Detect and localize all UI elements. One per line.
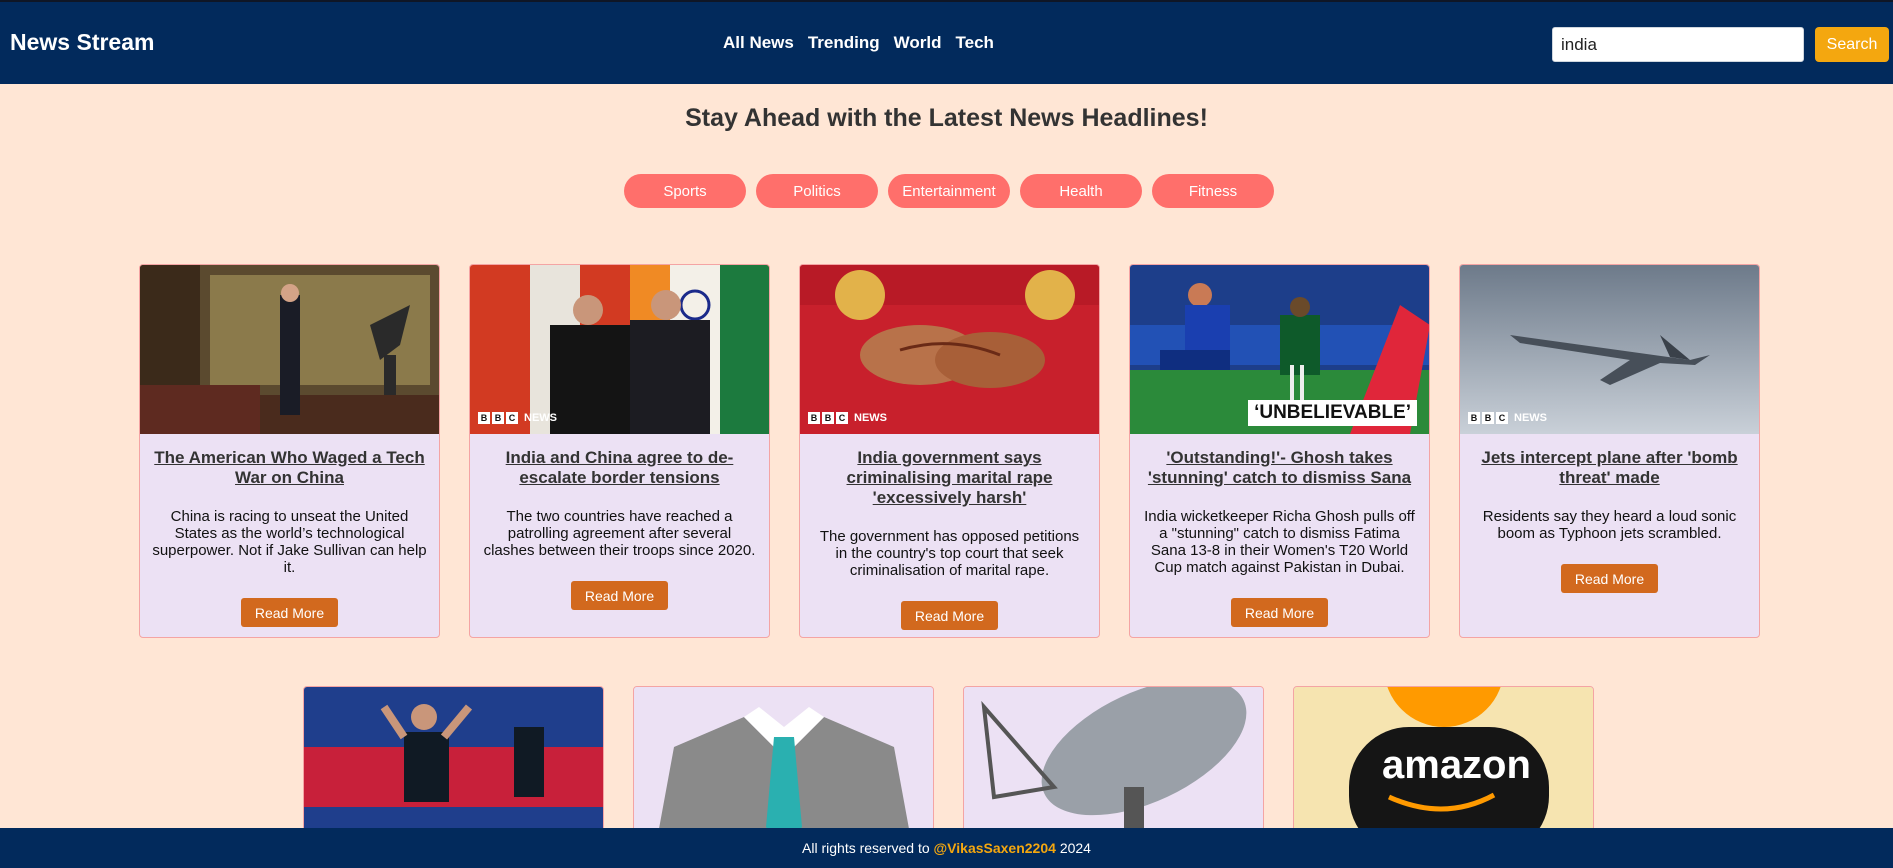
news-title[interactable]: India and China agree to de-escalate bor… [484, 448, 755, 488]
news-title[interactable]: Jets intercept plane after 'bomb threat'… [1474, 448, 1745, 488]
category-fitness-button[interactable]: Fitness [1152, 174, 1274, 208]
bbc-news-logo: BBC NEWS [808, 412, 887, 424]
category-entertainment-button[interactable]: Entertainment [888, 174, 1010, 208]
news-card: BBC NEWS Jets intercept plane after 'bom… [1459, 264, 1760, 638]
news-image [140, 265, 439, 434]
footer-author-link[interactable]: @VikasSaxen2204 [934, 840, 1056, 856]
bbc-news-logo: BBC NEWS [478, 412, 557, 424]
news-card [303, 686, 604, 846]
nav-link-all-news[interactable]: All News [723, 33, 794, 53]
news-card [963, 686, 1264, 846]
footer-text: All rights reserved to [802, 840, 930, 856]
read-more-button[interactable]: Read More [1560, 564, 1659, 593]
page-headline: Stay Ahead with the Latest News Headline… [685, 104, 1208, 132]
news-title[interactable]: India government says criminalising mari… [814, 448, 1085, 508]
news-image [304, 687, 603, 845]
bbc-news-logo: BBC NEWS [1468, 412, 1547, 424]
category-buttons: Sports Politics Entertainment Health Fit… [624, 174, 1274, 208]
news-description: The two countries have reached a patroll… [483, 508, 756, 559]
image-caption-overlay: ‘UNBELIEVABLE’ [1248, 400, 1417, 426]
news-description: The government has opposed petitions in … [819, 528, 1080, 579]
news-description: China is racing to unseat the United Sta… [152, 508, 427, 576]
news-image: BBC NEWS [800, 265, 1099, 434]
news-description: Residents say they heard a loud sonic bo… [1482, 508, 1737, 542]
read-more-button[interactable]: Read More [240, 598, 339, 627]
footer-year: 2024 [1059, 840, 1091, 856]
amazon-logo: amazon [1294, 687, 1593, 845]
news-description: India wicketkeeper Richa Ghosh pulls off… [1144, 508, 1415, 576]
news-image: BBC NEWS [470, 265, 769, 434]
category-politics-button[interactable]: Politics [756, 174, 878, 208]
news-card: ‘UNBELIEVABLE’ 'Outstanding!'- Ghosh tak… [1129, 264, 1430, 638]
nav-links: All News Trending World Tech [723, 33, 1008, 53]
news-card [633, 686, 934, 846]
category-health-button[interactable]: Health [1020, 174, 1142, 208]
category-sports-button[interactable]: Sports [624, 174, 746, 208]
footer: All rights reserved to @VikasSaxen2204 2… [0, 828, 1893, 868]
nav-link-trending[interactable]: Trending [808, 33, 880, 53]
news-image: ‘UNBELIEVABLE’ [1130, 265, 1429, 434]
read-more-button[interactable]: Read More [570, 581, 669, 610]
news-card: BBC NEWS India government says criminali… [799, 264, 1100, 638]
search-input[interactable] [1552, 27, 1804, 62]
news-card: amazon [1293, 686, 1594, 846]
news-card: BBC NEWS India and China agree to de-esc… [469, 264, 770, 638]
read-more-button[interactable]: Read More [900, 601, 999, 630]
suit-icon [634, 687, 933, 845]
brand-logo[interactable]: News Stream [10, 29, 154, 56]
amazon-wordmark: amazon [1382, 743, 1531, 787]
search-button[interactable]: Search [1815, 27, 1889, 62]
read-more-button[interactable]: Read More [1230, 598, 1329, 627]
news-card: The American Who Waged a Tech War on Chi… [139, 264, 440, 638]
nav-link-world[interactable]: World [894, 33, 942, 53]
news-title[interactable]: The American Who Waged a Tech War on Chi… [154, 448, 425, 488]
navbar: News Stream All News Trending World Tech… [0, 0, 1893, 84]
news-title[interactable]: 'Outstanding!'- Ghosh takes 'stunning' c… [1144, 448, 1415, 488]
nav-link-tech[interactable]: Tech [956, 33, 994, 53]
news-image: BBC NEWS [1460, 265, 1759, 434]
satellite-dish-icon [964, 687, 1263, 845]
